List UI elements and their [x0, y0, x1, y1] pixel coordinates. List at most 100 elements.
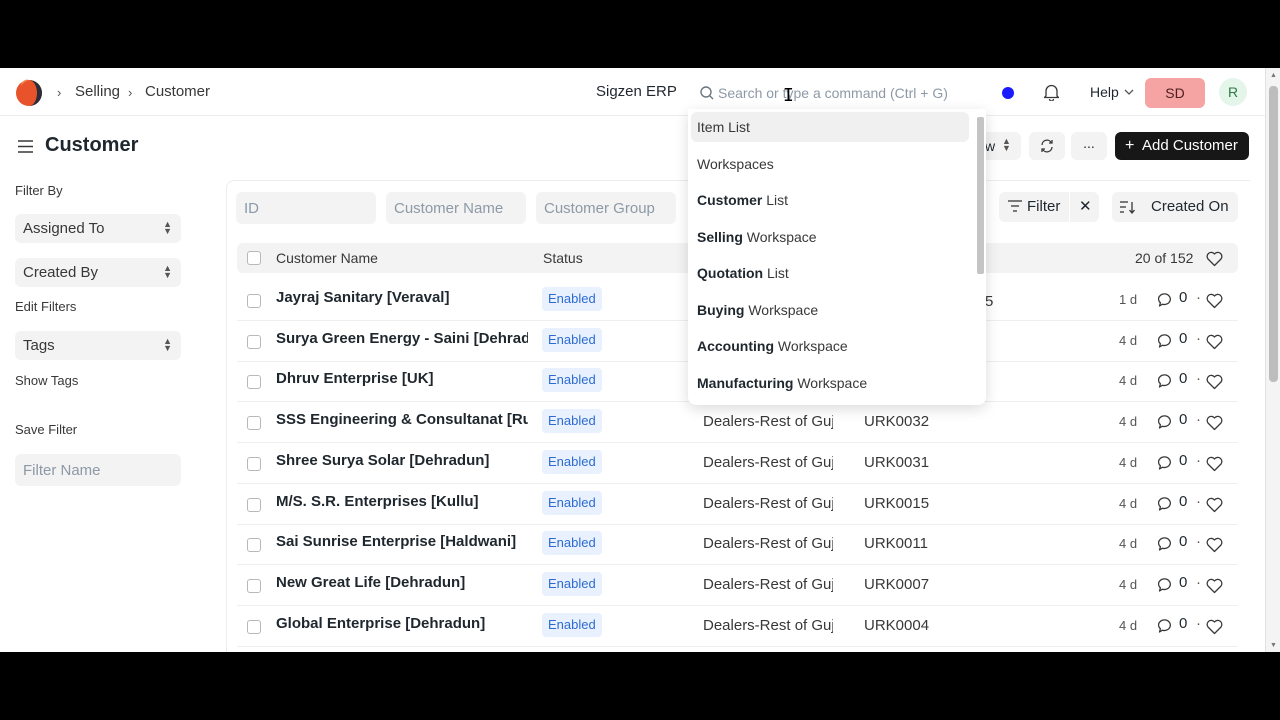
customer-name-link[interactable]: New Great Life [Dehradun] — [276, 574, 528, 591]
customer-name-filter-input[interactable] — [386, 192, 526, 224]
row-checkbox[interactable] — [247, 538, 261, 553]
brand-name[interactable]: Sigzen ERP — [596, 83, 677, 100]
column-header-customer-name[interactable]: Customer Name — [276, 250, 378, 266]
row-checkbox[interactable] — [247, 416, 261, 431]
customer-name-link[interactable]: SSS Engineering & Consultanat [Rudr — [276, 411, 528, 428]
refresh-icon — [1041, 139, 1053, 153]
chevron-down-icon[interactable] — [1124, 88, 1134, 96]
row-checkbox[interactable] — [247, 619, 261, 634]
dropdown-scrollbar-thumb[interactable] — [977, 117, 984, 274]
customer-group-cell: Dealers-Rest of Guj — [703, 413, 833, 431]
table-row[interactable]: Shree Surya Solar [Dehradun] Enabled Deale… — [237, 444, 1238, 484]
heart-icon[interactable] — [1206, 334, 1223, 350]
suggestion-item[interactable]: Customer List — [691, 185, 969, 215]
suggestion-text: Workspace — [742, 228, 817, 245]
customer-name-link[interactable]: M/S. S.R. Enterprises [Kullu] — [276, 493, 528, 510]
customer-group-cell: Dealers-Rest of Guj — [703, 453, 833, 471]
row-checkbox[interactable] — [247, 497, 261, 512]
add-customer-button[interactable]: + Add Customer — [1115, 132, 1249, 160]
breadcrumb-selling[interactable]: Selling — [75, 83, 120, 100]
separator-dot: · — [1196, 411, 1201, 429]
row-checkbox[interactable] — [247, 334, 261, 349]
modified-age: 4 d — [1119, 454, 1138, 470]
help-menu[interactable]: Help — [1090, 84, 1119, 100]
heart-icon[interactable] — [1206, 456, 1223, 472]
suggestion-item[interactable]: Buying Workspace — [691, 295, 969, 325]
customer-name-link[interactable]: Surya Green Energy - Saini [Dehradun] — [276, 330, 528, 347]
avatar[interactable]: R — [1219, 78, 1247, 106]
assigned-to-select[interactable]: Assigned To ▲ ▼ — [15, 214, 181, 243]
sort-label: Created On — [1151, 198, 1229, 215]
comment-icon[interactable] — [1158, 292, 1174, 308]
created-by-select[interactable]: Created By ▲ ▼ — [15, 258, 181, 287]
customer-name-link[interactable]: Jayraj Sanitary [Veraval] — [276, 289, 528, 306]
table-row[interactable]: SSS Engineering & Consultanat [Rudr Enabl… — [237, 403, 1238, 444]
suggestion-item[interactable]: Selling Workspace — [691, 222, 969, 252]
tags-select[interactable]: Tags ▲ ▼ — [15, 331, 181, 360]
customer-group-cell: Dealers-Rest of Guj — [703, 535, 833, 553]
bell-icon[interactable] — [1043, 83, 1060, 101]
heart-icon[interactable] — [1206, 578, 1223, 594]
comment-icon[interactable] — [1158, 373, 1174, 389]
customer-name-link[interactable]: Shree Surya Solar [Dehradun] — [276, 452, 528, 469]
suggestion-item[interactable]: Item List — [691, 112, 969, 142]
heart-icon[interactable] — [1206, 537, 1223, 553]
search-bar[interactable] — [688, 78, 985, 108]
id-filter-input[interactable] — [236, 192, 376, 224]
heart-icon[interactable] — [1206, 619, 1223, 635]
divider — [1069, 192, 1070, 222]
table-row[interactable]: M/S. S.R. Enterprises [Kullu] Enabled Deal… — [237, 485, 1238, 525]
modified-age: 4 d — [1119, 414, 1138, 430]
separator-dot: · — [1196, 329, 1201, 347]
status-dot — [1002, 87, 1014, 99]
row-checkbox[interactable] — [247, 294, 261, 308]
heart-icon[interactable] — [1206, 497, 1223, 513]
comment-icon[interactable] — [1158, 577, 1174, 593]
suggestion-item[interactable]: Accounting Workspace — [691, 331, 969, 361]
table-row[interactable]: Global Enterprise [Dehradun] Enabled Deale… — [237, 607, 1238, 647]
search-input[interactable] — [718, 81, 978, 105]
row-checkbox[interactable] — [247, 375, 261, 390]
customer-name-link[interactable]: Sai Sunrise Enterprise [Haldwani] — [276, 533, 528, 550]
user-button[interactable]: SD — [1145, 78, 1205, 108]
sort-button[interactable]: Created On — [1112, 192, 1238, 222]
clear-filter-icon[interactable]: ✕ — [1079, 197, 1092, 215]
page-scrollbar-thumb[interactable] — [1269, 86, 1278, 382]
row-checkbox[interactable] — [247, 456, 261, 471]
show-tags-link[interactable]: Show Tags — [15, 373, 78, 388]
heart-icon[interactable] — [1206, 251, 1223, 267]
app-logo-icon[interactable] — [15, 79, 43, 107]
refresh-button[interactable] — [1029, 132, 1065, 160]
customer-name-link[interactable]: Global Enterprise [Dehradun] — [276, 615, 528, 632]
column-header-status[interactable]: Status — [543, 250, 583, 266]
page-scrollbar[interactable]: ▲ ▼ — [1265, 68, 1280, 652]
heart-icon[interactable] — [1206, 374, 1223, 390]
comment-icon[interactable] — [1158, 414, 1174, 430]
filter-button[interactable]: Filter ✕ — [999, 192, 1099, 222]
more-button[interactable]: ... — [1071, 132, 1107, 160]
suggestion-item[interactable]: Manufacturing Workspace — [691, 368, 969, 398]
table-row[interactable]: New Great Life [Dehradun] Enabled Dealers-… — [237, 566, 1238, 606]
comment-icon[interactable] — [1158, 496, 1174, 512]
scroll-up-icon[interactable]: ▲ — [1270, 72, 1277, 79]
comment-icon[interactable] — [1158, 618, 1174, 634]
heart-icon[interactable] — [1206, 415, 1223, 431]
row-checkbox[interactable] — [247, 578, 261, 593]
comment-icon[interactable] — [1158, 333, 1174, 349]
select-all-checkbox[interactable] — [247, 251, 261, 265]
menu-icon[interactable] — [18, 140, 33, 153]
suggestion-item[interactable]: Workspaces — [691, 149, 969, 179]
sort-icon[interactable] — [1120, 200, 1135, 214]
breadcrumb-customer[interactable]: Customer — [145, 83, 210, 100]
filter-name-input[interactable] — [15, 454, 181, 486]
edit-filters-link[interactable]: Edit Filters — [15, 299, 76, 314]
comment-icon[interactable] — [1158, 455, 1174, 471]
customer-group-filter-input[interactable] — [536, 192, 676, 224]
heart-icon[interactable] — [1206, 293, 1223, 309]
dropdown-scrollbar[interactable] — [976, 117, 984, 401]
suggestion-item[interactable]: Quotation List — [691, 258, 969, 288]
customer-name-link[interactable]: Dhruv Enterprise [UK] — [276, 370, 528, 387]
scroll-down-icon[interactable]: ▼ — [1270, 642, 1277, 649]
table-row[interactable]: Sai Sunrise Enterprise [Haldwani] Enabled… — [237, 525, 1238, 566]
comment-icon[interactable] — [1158, 536, 1174, 552]
